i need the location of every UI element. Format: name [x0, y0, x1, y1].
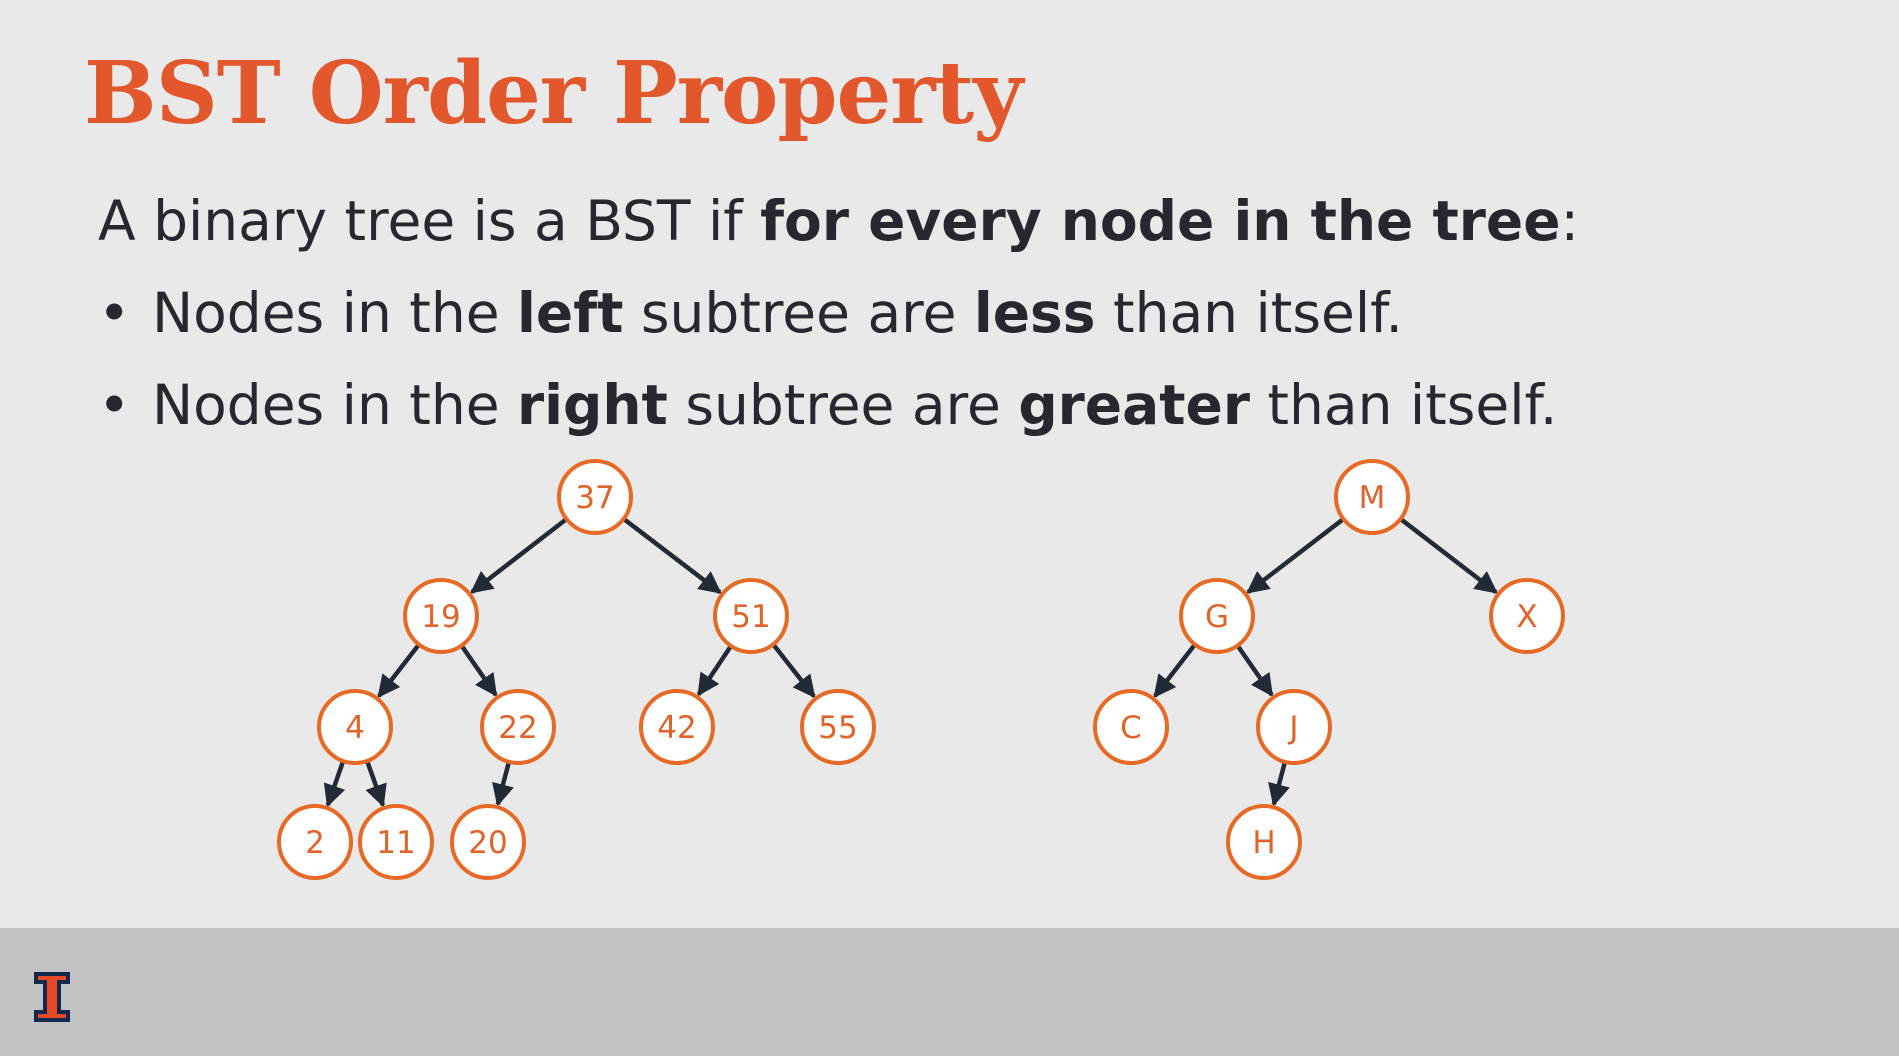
- tree-edge-G-J: [1236, 645, 1274, 697]
- tree-edge-4-11: [365, 761, 387, 808]
- tree-node-G: G: [1179, 578, 1255, 654]
- node-label: 11: [376, 825, 415, 861]
- footer-bar: [0, 928, 1899, 1056]
- tree-edge-37-19: [470, 517, 568, 594]
- bst-diagrams: 37 19 51 4 22 42 55 2 11 20 M G X C J H: [277, 459, 1565, 880]
- node-label: 4: [345, 710, 365, 746]
- nodes-layer: 37 19 51 4 22 42 55 2 11 20 M G X C J H: [277, 459, 1565, 880]
- tree-edge-22-20: [492, 762, 514, 807]
- tree-node-37: 37: [557, 459, 633, 535]
- node-label: 20: [468, 825, 507, 861]
- illinois-block-i-logo-icon: [34, 972, 70, 1022]
- tree-node-2: 2: [277, 804, 353, 880]
- tree-node-20: 20: [450, 804, 526, 880]
- tree-node-X: X: [1489, 578, 1565, 654]
- tree-node-11: 11: [358, 804, 434, 880]
- node-label: 55: [818, 710, 857, 746]
- node-label: H: [1252, 825, 1275, 861]
- node-label: 37: [575, 480, 614, 516]
- tree-node-M: M: [1334, 459, 1410, 535]
- node-label: C: [1120, 710, 1142, 746]
- node-label: M: [1359, 480, 1386, 516]
- tree-edge-4-2: [323, 761, 346, 808]
- slide: BST Order Property A binary tree is a BS…: [0, 0, 1899, 1056]
- tree-edge-51-55: [772, 643, 816, 699]
- tree-node-42: 42: [639, 689, 715, 765]
- tree-node-H: H: [1226, 804, 1302, 880]
- node-label: 42: [657, 710, 696, 746]
- tree-edge-37-51: [623, 517, 722, 595]
- tree-node-C: C: [1093, 689, 1169, 765]
- node-label: G: [1205, 599, 1229, 635]
- node-label: 2: [305, 825, 325, 861]
- tree-edge-G-C: [1153, 643, 1197, 698]
- tree-edge-J-H: [1268, 762, 1290, 807]
- node-label: 19: [421, 599, 460, 635]
- node-label: X: [1516, 599, 1537, 635]
- node-label: 22: [498, 710, 537, 746]
- tree-edge-19-22: [460, 645, 498, 697]
- tree-node-19: 19: [403, 578, 479, 654]
- tree-edge-51-42: [696, 645, 733, 697]
- tree-edge-19-4: [377, 643, 421, 698]
- node-label: J: [1287, 710, 1298, 746]
- edges-layer: [323, 517, 1498, 808]
- tree-node-4: 4: [317, 689, 393, 765]
- tree-node-J: J: [1256, 689, 1332, 765]
- tree-node-51: 51: [713, 578, 789, 654]
- node-label: 51: [731, 599, 770, 635]
- tree-node-22: 22: [480, 689, 556, 765]
- tree-edge-M-G: [1246, 517, 1345, 595]
- tree-edge-M-X: [1399, 517, 1498, 595]
- tree-node-55: 55: [800, 689, 876, 765]
